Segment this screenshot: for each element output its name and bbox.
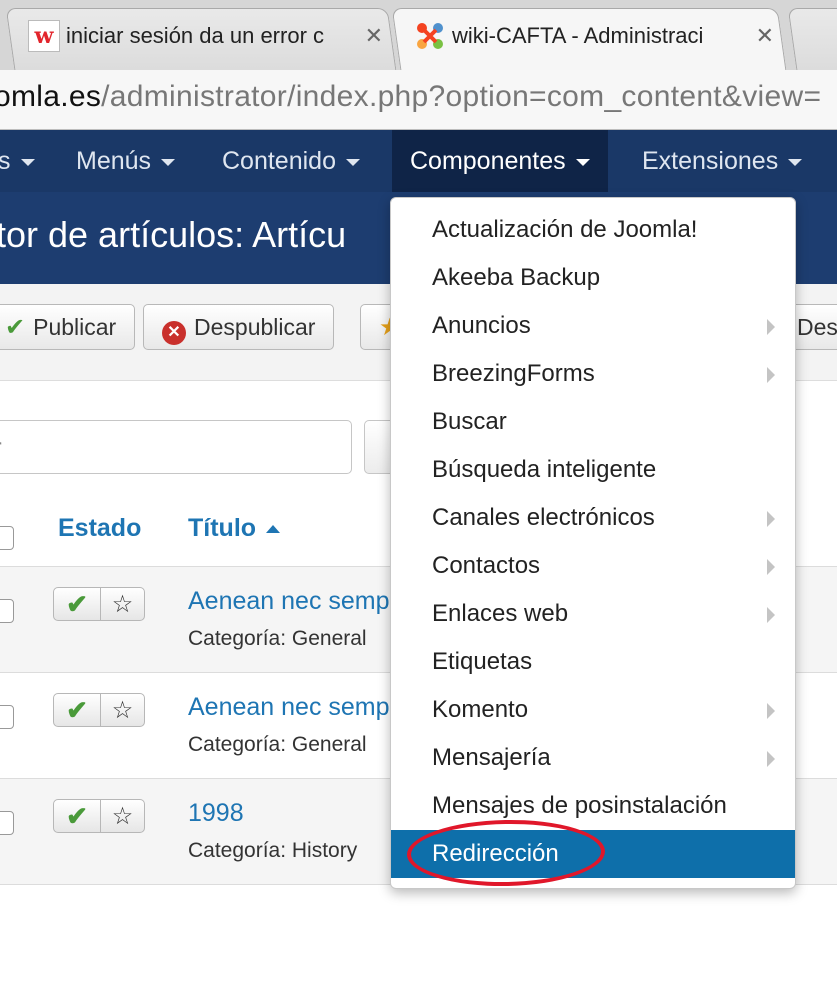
sort-ascending-icon xyxy=(266,525,281,534)
caret-down-icon xyxy=(345,158,360,166)
menu-item-joomla-update[interactable]: Actualización de Joomla! xyxy=(391,206,795,254)
caret-down-icon xyxy=(20,158,35,166)
menu-item-postinstall-messages[interactable]: Mensajes de posinstalación xyxy=(391,782,795,830)
menu-item-weblinks[interactable]: Enlaces web xyxy=(391,590,795,638)
nav-item-content[interactable]: Contenido xyxy=(222,130,360,192)
menu-item-contacts[interactable]: Contactos xyxy=(391,542,795,590)
unpublish-label: Despublicar xyxy=(194,314,316,340)
close-icon[interactable]: ✕ xyxy=(756,23,774,49)
address-bar[interactable]: omla.es/administrator/index.php?option=c… xyxy=(0,70,837,130)
publish-button[interactable]: ✔ Publicar xyxy=(0,304,136,350)
select-all-checkbox[interactable] xyxy=(0,526,14,550)
published-check-icon[interactable]: ✔ xyxy=(54,694,101,726)
column-header-title[interactable]: Título xyxy=(188,514,281,543)
published-check-icon[interactable]: ✔ xyxy=(54,588,101,620)
close-icon[interactable]: ✕ xyxy=(365,23,383,49)
unpublish-button[interactable]: ✕ Despublicar xyxy=(143,304,335,350)
menu-item-banners[interactable]: Anuncios xyxy=(391,302,795,350)
menu-item-label: Etiquetas xyxy=(432,648,533,675)
menu-item-label: Buscar xyxy=(432,408,507,435)
menu-item-label: Komento xyxy=(432,696,529,723)
article-category: Categoría: General xyxy=(188,627,367,650)
submenu-arrow-icon xyxy=(767,319,775,335)
submenu-arrow-icon xyxy=(767,703,775,719)
menu-item-tags[interactable]: Etiquetas xyxy=(391,638,795,686)
nav-item-label: Extensiones xyxy=(642,147,779,175)
browser-tab-title: iniciar sesión da un error c xyxy=(66,23,325,48)
search-input[interactable]: r xyxy=(0,420,352,474)
menu-item-label: BreezingForms xyxy=(432,360,595,387)
nav-item-menus[interactable]: Menús xyxy=(76,130,176,192)
featured-star-icon[interactable]: ☆ xyxy=(101,694,144,726)
publish-label: Publicar xyxy=(33,314,117,340)
browser-tab-2[interactable]: wiki-CAFTA - Administraci ✕ xyxy=(414,16,774,56)
article-title-link[interactable]: Aenean nec semp xyxy=(188,587,390,616)
menu-item-search[interactable]: Buscar xyxy=(391,398,795,446)
browser-tab-strip: w iniciar sesión da un error c ✕ wiki-CA… xyxy=(0,0,837,70)
w-icon: w xyxy=(28,20,60,52)
check-icon: ✔ xyxy=(5,314,26,341)
menu-item-messaging[interactable]: Mensajería xyxy=(391,734,795,782)
menu-item-label: Actualización de Joomla! xyxy=(432,216,698,243)
published-check-icon[interactable]: ✔ xyxy=(54,800,101,832)
row-checkbox[interactable] xyxy=(0,705,14,729)
submenu-arrow-icon xyxy=(767,751,775,767)
submenu-arrow-icon xyxy=(767,367,775,383)
url-text[interactable]: omla.es/administrator/index.php?option=c… xyxy=(0,80,821,114)
admin-navbar: s Menús Contenido Componentes Extensione… xyxy=(0,130,837,192)
menu-item-akeeba-backup[interactable]: Akeeba Backup xyxy=(391,254,795,302)
menu-item-label: Anuncios xyxy=(432,312,531,339)
menu-item-newsfeeds[interactable]: Canales electrónicos xyxy=(391,494,795,542)
column-header-label: Título xyxy=(188,514,257,542)
nav-item-system[interactable]: s xyxy=(0,130,35,192)
joomla-icon xyxy=(417,23,443,49)
menu-item-label: Contactos xyxy=(432,552,541,579)
menu-item-komento[interactable]: Komento xyxy=(391,686,795,734)
featured-star-icon[interactable]: ☆ xyxy=(101,800,144,832)
article-title-link[interactable]: 1998 xyxy=(188,799,244,828)
url-host: omla.es xyxy=(0,80,102,113)
nav-item-label: s xyxy=(0,147,11,175)
menu-item-label: Búsqueda inteligente xyxy=(432,456,657,483)
url-path: /administrator/index.php?option=com_cont… xyxy=(101,80,822,113)
nav-item-components[interactable]: Componentes xyxy=(392,130,608,192)
menu-item-label: Enlaces web xyxy=(432,600,569,627)
column-header-status[interactable]: Estado xyxy=(58,514,141,543)
submenu-arrow-icon xyxy=(767,511,775,527)
submenu-arrow-icon xyxy=(767,559,775,575)
new-tab-button[interactable] xyxy=(787,8,837,70)
unpublish-x-icon: ✕ xyxy=(162,321,186,345)
article-category: Categoría: General xyxy=(188,733,367,756)
nav-item-extensions[interactable]: Extensiones xyxy=(642,130,803,192)
article-title-link[interactable]: Aenean nec semp xyxy=(188,693,390,722)
browser-tab-1[interactable]: w iniciar sesión da un error c ✕ xyxy=(28,16,383,56)
table-row xyxy=(0,884,837,991)
page-title: tor de artículos: Artícu xyxy=(0,214,347,255)
caret-down-icon xyxy=(788,158,803,166)
caret-down-icon xyxy=(161,158,176,166)
nav-item-label: Contenido xyxy=(222,147,336,175)
row-checkbox[interactable] xyxy=(0,811,14,835)
nav-item-label: Menús xyxy=(76,147,152,175)
components-dropdown-menu: Actualización de Joomla! Akeeba Backup A… xyxy=(390,197,796,889)
submenu-arrow-icon xyxy=(767,607,775,623)
menu-item-label: Mensajería xyxy=(432,744,551,771)
nav-item-label: Componentes xyxy=(410,147,566,175)
menu-item-label: Akeeba Backup xyxy=(432,264,601,291)
row-checkbox[interactable] xyxy=(0,599,14,623)
status-toggle-group: ✔ ☆ xyxy=(53,587,145,621)
caret-down-icon xyxy=(575,158,590,166)
featured-star-icon[interactable]: ☆ xyxy=(101,588,144,620)
browser-tab-title: wiki-CAFTA - Administraci xyxy=(452,23,704,48)
menu-item-breezingforms[interactable]: BreezingForms xyxy=(391,350,795,398)
article-category: Categoría: History xyxy=(188,839,358,862)
menu-item-label: Canales electrónicos xyxy=(432,504,655,531)
status-toggle-group: ✔ ☆ xyxy=(53,799,145,833)
menu-item-label: Mensajes de posinstalación xyxy=(432,792,727,819)
status-toggle-group: ✔ ☆ xyxy=(53,693,145,727)
menu-item-smart-search[interactable]: Búsqueda inteligente xyxy=(391,446,795,494)
